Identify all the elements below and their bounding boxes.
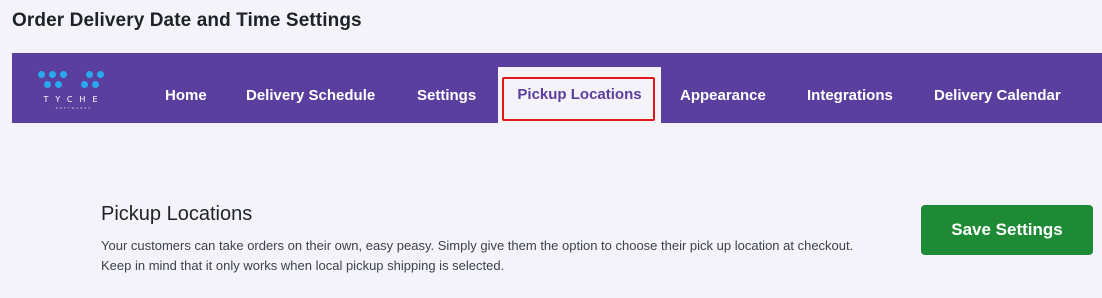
logo-dots-icon <box>36 69 112 97</box>
nav-item-home[interactable]: Home <box>165 53 207 123</box>
main-navigation-bar: TYCHE SOFTWARES Home Delivery Schedule S… <box>12 53 1102 123</box>
nav-item-settings[interactable]: Settings <box>417 53 476 123</box>
section-description: Your customers can take orders on their … <box>101 238 854 273</box>
save-settings-button[interactable]: Save Settings <box>921 205 1093 255</box>
nav-item-delivery-schedule[interactable]: Delivery Schedule <box>246 53 375 123</box>
nav-item-appearance[interactable]: Appearance <box>680 53 766 123</box>
section-title: Pickup Locations <box>101 203 253 225</box>
nav-item-pickup-locations[interactable]: Pickup Locations <box>498 67 661 123</box>
logo-wordmark: TYCHE <box>43 95 105 104</box>
page-title: Order Delivery Date and Time Settings <box>12 10 362 31</box>
nav-item-integrations[interactable]: Integrations <box>807 53 893 123</box>
nav-item-delivery-calendar[interactable]: Delivery Calendar <box>934 53 1061 123</box>
tyche-logo[interactable]: TYCHE SOFTWARES <box>36 69 112 113</box>
logo-tagline: SOFTWARES <box>55 106 93 110</box>
